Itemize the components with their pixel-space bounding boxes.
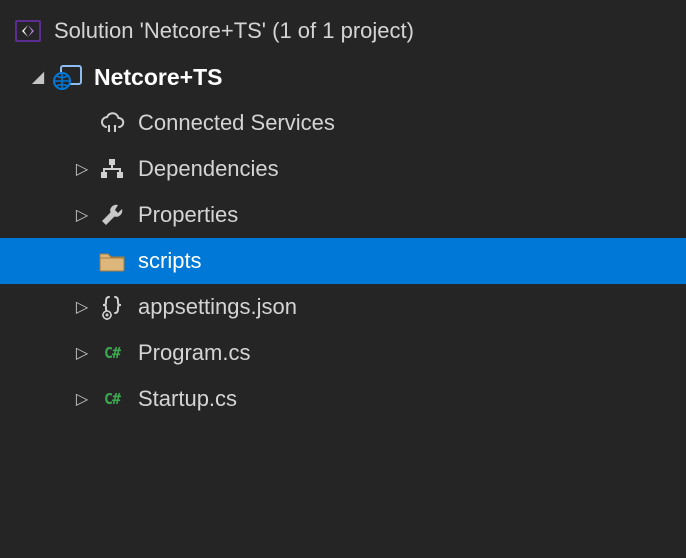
connected-services-node[interactable]: Connected Services xyxy=(0,100,686,146)
startup-cs-label: Startup.cs xyxy=(138,386,237,412)
csharp-file-icon: C# xyxy=(96,383,128,415)
appsettings-label: appsettings.json xyxy=(138,294,297,320)
dependencies-label: Dependencies xyxy=(138,156,279,182)
solution-label: Solution 'Netcore+TS' (1 of 1 project) xyxy=(54,18,414,44)
dependencies-icon xyxy=(96,153,128,185)
expand-toggle-icon[interactable]: ▷ xyxy=(72,159,92,179)
wrench-icon xyxy=(96,199,128,231)
cloud-icon xyxy=(96,107,128,139)
expand-toggle-icon[interactable]: ▷ xyxy=(72,297,92,317)
expand-toggle-icon[interactable]: ◢ xyxy=(28,67,48,87)
program-cs-label: Program.cs xyxy=(138,340,250,366)
project-label: Netcore+TS xyxy=(94,64,222,91)
solution-explorer-tree: Solution 'Netcore+TS' (1 of 1 project) ◢… xyxy=(0,0,686,422)
properties-label: Properties xyxy=(138,202,238,228)
json-settings-icon xyxy=(96,291,128,323)
csharp-file-icon: C# xyxy=(96,337,128,369)
dependencies-node[interactable]: ▷ Dependencies xyxy=(0,146,686,192)
appsettings-node[interactable]: ▷ appsettings.json xyxy=(0,284,686,330)
solution-icon xyxy=(12,15,44,47)
project-node[interactable]: ◢ Netcore+TS xyxy=(0,54,686,100)
expand-toggle-icon[interactable]: ▷ xyxy=(72,205,92,225)
scripts-folder-node[interactable]: scripts xyxy=(0,238,686,284)
web-project-icon xyxy=(52,61,84,93)
startup-cs-node[interactable]: ▷ C# Startup.cs xyxy=(0,376,686,422)
scripts-label: scripts xyxy=(138,248,202,274)
folder-icon xyxy=(96,245,128,277)
connected-services-label: Connected Services xyxy=(138,110,335,136)
expand-toggle-icon[interactable]: ▷ xyxy=(72,389,92,409)
solution-root-node[interactable]: Solution 'Netcore+TS' (1 of 1 project) xyxy=(0,8,686,54)
program-cs-node[interactable]: ▷ C# Program.cs xyxy=(0,330,686,376)
expand-toggle-icon[interactable]: ▷ xyxy=(72,343,92,363)
properties-node[interactable]: ▷ Properties xyxy=(0,192,686,238)
